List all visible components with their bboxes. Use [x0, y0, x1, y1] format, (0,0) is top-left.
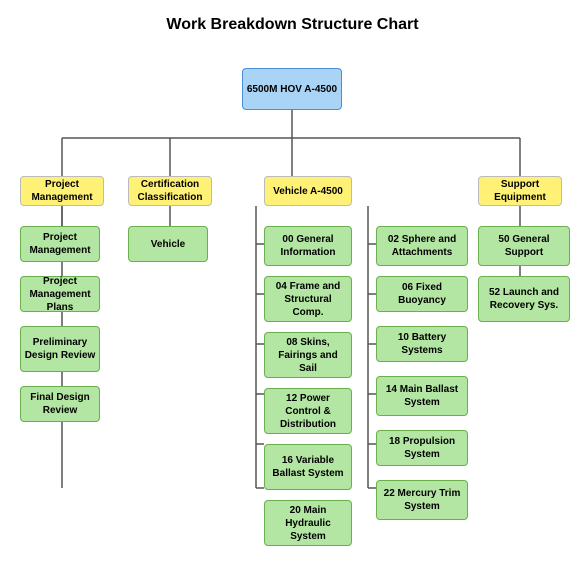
node-v12: 22 Mercury Trim System [376, 480, 468, 520]
node-root: 6500M HOV A-4500 [242, 68, 342, 110]
node-v11: 18 Propulsion System [376, 430, 468, 466]
node-se: Support Equipment [478, 176, 562, 206]
node-pm2: Project Management Plans [20, 276, 100, 312]
node-pm1: Project Management [20, 226, 100, 262]
node-pm4: Final Design Review [20, 386, 100, 422]
node-v2: 04 Frame and Structural Comp. [264, 276, 352, 322]
node-v6: 20 Main Hydraulic System [264, 500, 352, 546]
node-se2: 52 Launch and Recovery Sys. [478, 276, 570, 322]
node-cc1: Vehicle [128, 226, 208, 262]
node-v5: 16 Variable Ballast System [264, 444, 352, 490]
node-pm3: Preliminary Design Review [20, 326, 100, 372]
node-v3: 08 Skins, Fairings and Sail [264, 332, 352, 378]
node-v4: 12 Power Control & Distribution [264, 388, 352, 434]
node-va: Vehicle A-4500 [264, 176, 352, 206]
node-v10: 14 Main Ballast System [376, 376, 468, 416]
node-v7: 02 Sphere and Attachments [376, 226, 468, 266]
node-v9: 10 Battery Systems [376, 326, 468, 362]
node-v1: 00 General Information [264, 226, 352, 266]
node-se1: 50 General Support [478, 226, 570, 266]
node-v8: 06 Fixed Buoyancy [376, 276, 468, 312]
chart-title: Work Breakdown Structure Chart [10, 16, 575, 34]
node-cc: Certification Classification [128, 176, 212, 206]
wbs-chart: 6500M HOV A-4500 Project Management Cert… [10, 48, 575, 558]
node-pm: Project Management [20, 176, 104, 206]
